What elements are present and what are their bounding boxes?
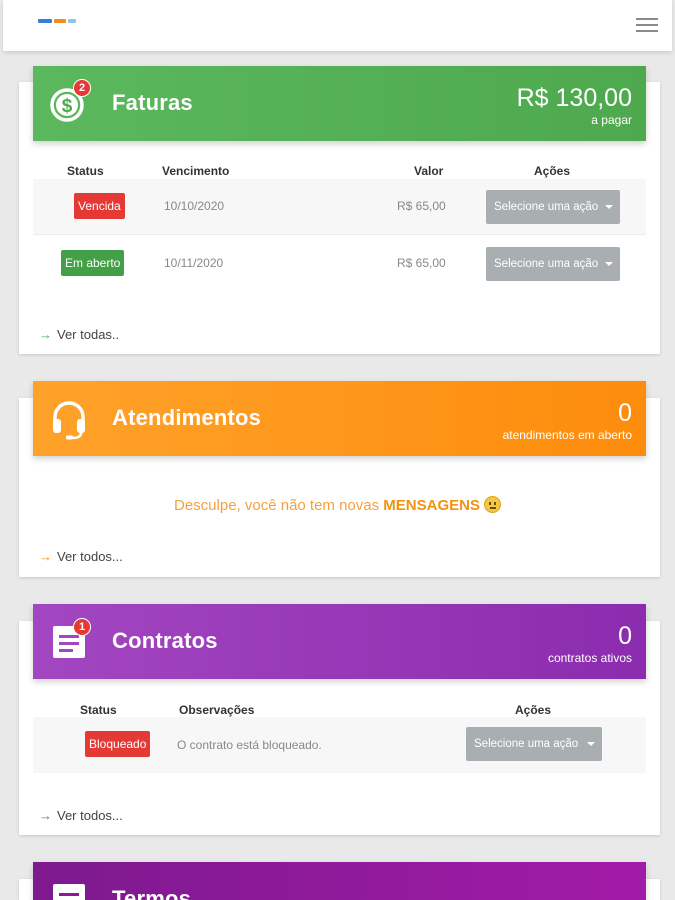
app-logo[interactable] bbox=[38, 17, 76, 25]
atendimentos-title: Atendimentos bbox=[112, 405, 262, 430]
svg-text:$: $ bbox=[62, 96, 73, 117]
faturas-title: Faturas bbox=[112, 90, 193, 115]
atendimentos-count-label: atendimentos em aberto bbox=[502, 428, 632, 442]
table-row: Em aberto 10/11/2020 R$ 65,00 Selecione … bbox=[33, 236, 646, 292]
due-date: 10/11/2020 bbox=[164, 256, 224, 270]
col-actions: Ações bbox=[515, 703, 552, 717]
action-select-label: Selecione uma ação bbox=[494, 258, 599, 270]
empty-messages-strong: MENSAGENS bbox=[383, 497, 480, 514]
col-status: Status bbox=[80, 703, 117, 717]
menu-icon[interactable] bbox=[636, 18, 658, 33]
empty-messages-text: Desculpe, você não tem novas MENSAGENS bbox=[0, 496, 675, 514]
faturas-amount: R$ 130,00 bbox=[516, 84, 632, 112]
see-all-label: Ver todas.. bbox=[57, 327, 120, 342]
action-select[interactable]: Selecione uma ação bbox=[466, 727, 602, 761]
contratos-count: 0 bbox=[618, 622, 632, 650]
faturas-header: $ 2 Faturas R$ 130,00 a pagar bbox=[33, 66, 646, 141]
col-due: Vencimento bbox=[162, 164, 230, 178]
top-bar bbox=[3, 0, 672, 51]
col-value: Valor bbox=[414, 164, 444, 178]
faturas-see-all-link[interactable]: → Ver todas.. bbox=[39, 327, 119, 342]
status-badge: Bloqueado bbox=[85, 731, 151, 757]
termos-header: Termos bbox=[33, 862, 646, 900]
document-icon bbox=[51, 882, 91, 900]
status-badge: Em aberto bbox=[61, 250, 125, 276]
termos-title: Termos bbox=[112, 886, 192, 900]
see-all-label: Ver todos... bbox=[57, 549, 123, 564]
table-row: Bloqueado O contrato está bloqueado. Sel… bbox=[33, 717, 646, 773]
action-select[interactable]: Selecione uma ação bbox=[486, 190, 620, 224]
contratos-see-all-link[interactable]: → Ver todos... bbox=[39, 808, 123, 823]
faturas-amount-label: a pagar bbox=[591, 113, 632, 127]
see-all-label: Ver todos... bbox=[57, 808, 123, 823]
caret-down-icon bbox=[587, 742, 595, 746]
contratos-badge: 1 bbox=[73, 618, 91, 636]
contratos-header: 1 Contratos 0 contratos ativos bbox=[33, 604, 646, 679]
arrow-right-icon: → bbox=[39, 549, 52, 564]
invoice-value: R$ 65,00 bbox=[397, 199, 446, 213]
contratos-title: Contratos bbox=[112, 628, 218, 653]
action-select-label: Selecione uma ação bbox=[474, 738, 579, 750]
action-select[interactable]: Selecione uma ação bbox=[486, 247, 620, 281]
arrow-right-icon: → bbox=[39, 808, 52, 823]
headset-icon bbox=[50, 398, 90, 440]
col-actions: Ações bbox=[534, 164, 571, 178]
col-notes: Observações bbox=[179, 703, 255, 717]
status-badge: Vencida bbox=[74, 193, 125, 219]
atendimentos-see-all-link[interactable]: → Ver todos... bbox=[39, 549, 123, 564]
caret-down-icon bbox=[605, 262, 613, 266]
due-date: 10/10/2020 bbox=[164, 199, 225, 213]
atendimentos-count: 0 bbox=[618, 399, 632, 427]
action-select-label: Selecione uma ação bbox=[494, 201, 599, 213]
empty-messages-prefix: Desculpe, você não tem novas bbox=[174, 497, 380, 514]
invoice-value: R$ 65,00 bbox=[397, 256, 446, 270]
contract-notes: O contrato está bloqueado. bbox=[177, 738, 322, 752]
caret-down-icon bbox=[605, 205, 613, 209]
atendimentos-header: Atendimentos 0 atendimentos em aberto bbox=[33, 381, 646, 456]
faturas-badge: 2 bbox=[73, 79, 91, 97]
smile-emoji-icon bbox=[483, 496, 501, 513]
arrow-right-icon: → bbox=[39, 327, 52, 342]
table-row: Vencida 10/10/2020 R$ 65,00 Selecione um… bbox=[33, 179, 646, 235]
contratos-count-label: contratos ativos bbox=[547, 651, 632, 665]
col-status: Status bbox=[67, 164, 104, 178]
